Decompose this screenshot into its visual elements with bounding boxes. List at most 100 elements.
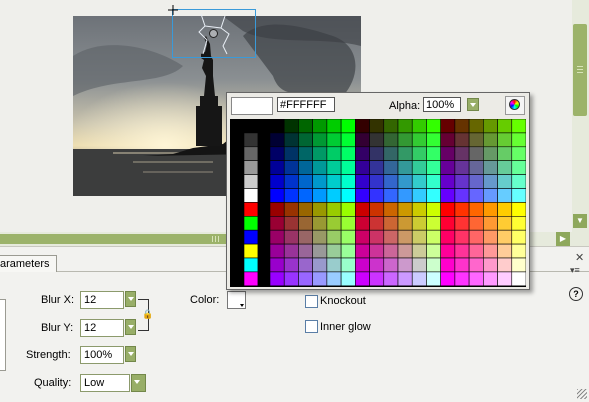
swatch-cell[interactable] bbox=[340, 257, 356, 273]
swatch-cell[interactable] bbox=[340, 243, 356, 259]
swatch-cell[interactable] bbox=[369, 146, 385, 161]
swatch-cell[interactable] bbox=[326, 188, 342, 203]
swatch-cell[interactable] bbox=[269, 174, 285, 189]
swatch-cell[interactable] bbox=[269, 243, 285, 259]
swatch-cell[interactable] bbox=[397, 160, 413, 175]
swatch-cell[interactable] bbox=[340, 202, 356, 217]
swatch-cell[interactable] bbox=[269, 119, 285, 134]
swatch-cell[interactable] bbox=[426, 257, 441, 273]
swatch-cell[interactable] bbox=[411, 202, 427, 217]
swatch-cell[interactable] bbox=[483, 257, 498, 273]
swatch-cell[interactable] bbox=[468, 188, 484, 203]
hex-color-input[interactable]: #FFFFFF bbox=[277, 97, 335, 112]
swatch-cell[interactable] bbox=[454, 119, 470, 134]
swatch-gray[interactable] bbox=[243, 146, 259, 161]
swatch-basic[interactable] bbox=[243, 229, 259, 245]
swatch-cell[interactable] bbox=[440, 174, 456, 189]
swatch-cell[interactable] bbox=[383, 119, 399, 134]
swatch-cell[interactable] bbox=[340, 146, 356, 161]
swatch-gray[interactable] bbox=[243, 160, 259, 175]
swatch-cell[interactable] bbox=[511, 257, 526, 273]
swatch-cell[interactable] bbox=[454, 216, 470, 231]
swatch-cell[interactable] bbox=[326, 257, 342, 273]
swatch-cell[interactable] bbox=[411, 132, 427, 148]
swatch-cell[interactable] bbox=[468, 257, 484, 273]
swatch-cell[interactable] bbox=[426, 271, 441, 287]
swatch-cell[interactable] bbox=[511, 119, 526, 134]
swatch-cell[interactable] bbox=[369, 188, 385, 203]
swatch-cell[interactable] bbox=[497, 188, 513, 203]
swatch-cell[interactable] bbox=[454, 271, 470, 287]
color-swatch-button[interactable] bbox=[227, 291, 246, 309]
swatch-cell[interactable] bbox=[383, 188, 399, 203]
swatch-cell[interactable] bbox=[283, 160, 299, 175]
swatch-cell[interactable] bbox=[468, 174, 484, 189]
swatch-cell[interactable] bbox=[483, 146, 498, 161]
swatch-cell[interactable] bbox=[369, 216, 385, 231]
swatch-cell[interactable] bbox=[397, 146, 413, 161]
swatch-cell[interactable] bbox=[369, 257, 385, 273]
panel-options-menu-icon[interactable]: ▾≡ bbox=[570, 265, 580, 276]
swatch-cell[interactable] bbox=[298, 174, 313, 189]
swatch-cell[interactable] bbox=[326, 174, 342, 189]
lock-icon[interactable]: 🔒 bbox=[142, 309, 153, 320]
swatch-cell[interactable] bbox=[511, 174, 526, 189]
swatch-cell[interactable] bbox=[497, 160, 513, 175]
swatch-cell[interactable] bbox=[454, 257, 470, 273]
swatch-cell[interactable] bbox=[440, 229, 456, 245]
swatch-cell[interactable] bbox=[483, 160, 498, 175]
swatch-cell[interactable] bbox=[312, 257, 328, 273]
swatch-cell[interactable] bbox=[383, 160, 399, 175]
scroll-down-arrow-icon[interactable]: ▼ bbox=[573, 214, 587, 228]
swatch-basic[interactable] bbox=[243, 202, 259, 217]
swatch-cell[interactable] bbox=[340, 188, 356, 203]
swatch-cell[interactable] bbox=[326, 243, 342, 259]
swatch-cell[interactable] bbox=[312, 271, 328, 287]
swatch-cell[interactable] bbox=[411, 229, 427, 245]
swatch-cell[interactable] bbox=[298, 146, 313, 161]
blur-y-dropdown-icon[interactable] bbox=[125, 319, 136, 335]
swatch-cell[interactable] bbox=[440, 271, 456, 287]
swatch-cell[interactable] bbox=[468, 160, 484, 175]
swatch-cell[interactable] bbox=[497, 271, 513, 287]
alpha-input[interactable]: 100% bbox=[423, 97, 461, 112]
swatch-cell[interactable] bbox=[355, 146, 370, 161]
inner-glow-checkbox[interactable] bbox=[305, 320, 318, 333]
swatch-gray[interactable] bbox=[243, 119, 259, 134]
swatch-cell[interactable] bbox=[383, 216, 399, 231]
swatch-cell[interactable] bbox=[298, 132, 313, 148]
swatch-cell[interactable] bbox=[269, 202, 285, 217]
swatch-cell[interactable] bbox=[411, 174, 427, 189]
swatch-cell[interactable] bbox=[397, 271, 413, 287]
swatch-cell[interactable] bbox=[269, 188, 285, 203]
swatch-cell[interactable] bbox=[283, 188, 299, 203]
swatch-cell[interactable] bbox=[355, 188, 370, 203]
swatch-cell[interactable] bbox=[411, 188, 427, 203]
swatch-gray[interactable] bbox=[243, 188, 259, 203]
swatch-cell[interactable] bbox=[454, 146, 470, 161]
swatch-cell[interactable] bbox=[497, 146, 513, 161]
swatch-cell[interactable] bbox=[326, 229, 342, 245]
tab-parameters[interactable]: arameters bbox=[0, 255, 57, 272]
swatch-basic[interactable] bbox=[243, 243, 259, 259]
horizontal-scroll-thumb[interactable] bbox=[0, 234, 226, 244]
swatch-cell[interactable] bbox=[326, 271, 342, 287]
swatch-cell[interactable] bbox=[411, 243, 427, 259]
swatch-cell[interactable] bbox=[269, 271, 285, 287]
swatch-basic[interactable] bbox=[243, 216, 259, 231]
swatch-cell[interactable] bbox=[440, 216, 456, 231]
vertical-scroll-thumb[interactable] bbox=[573, 24, 587, 116]
swatch-cell[interactable] bbox=[355, 174, 370, 189]
swatch-cell[interactable] bbox=[468, 216, 484, 231]
swatch-cell[interactable] bbox=[440, 257, 456, 273]
swatch-cell[interactable] bbox=[397, 188, 413, 203]
swatch-cell[interactable] bbox=[283, 146, 299, 161]
swatch-cell[interactable] bbox=[426, 174, 441, 189]
swatch-cell[interactable] bbox=[497, 216, 513, 231]
swatch-cell[interactable] bbox=[411, 216, 427, 231]
swatch-spacer[interactable] bbox=[257, 119, 271, 287]
swatch-basic[interactable] bbox=[243, 257, 259, 273]
swatch-cell[interactable] bbox=[369, 271, 385, 287]
swatch-cell[interactable] bbox=[355, 160, 370, 175]
knockout-checkbox[interactable] bbox=[305, 295, 318, 308]
